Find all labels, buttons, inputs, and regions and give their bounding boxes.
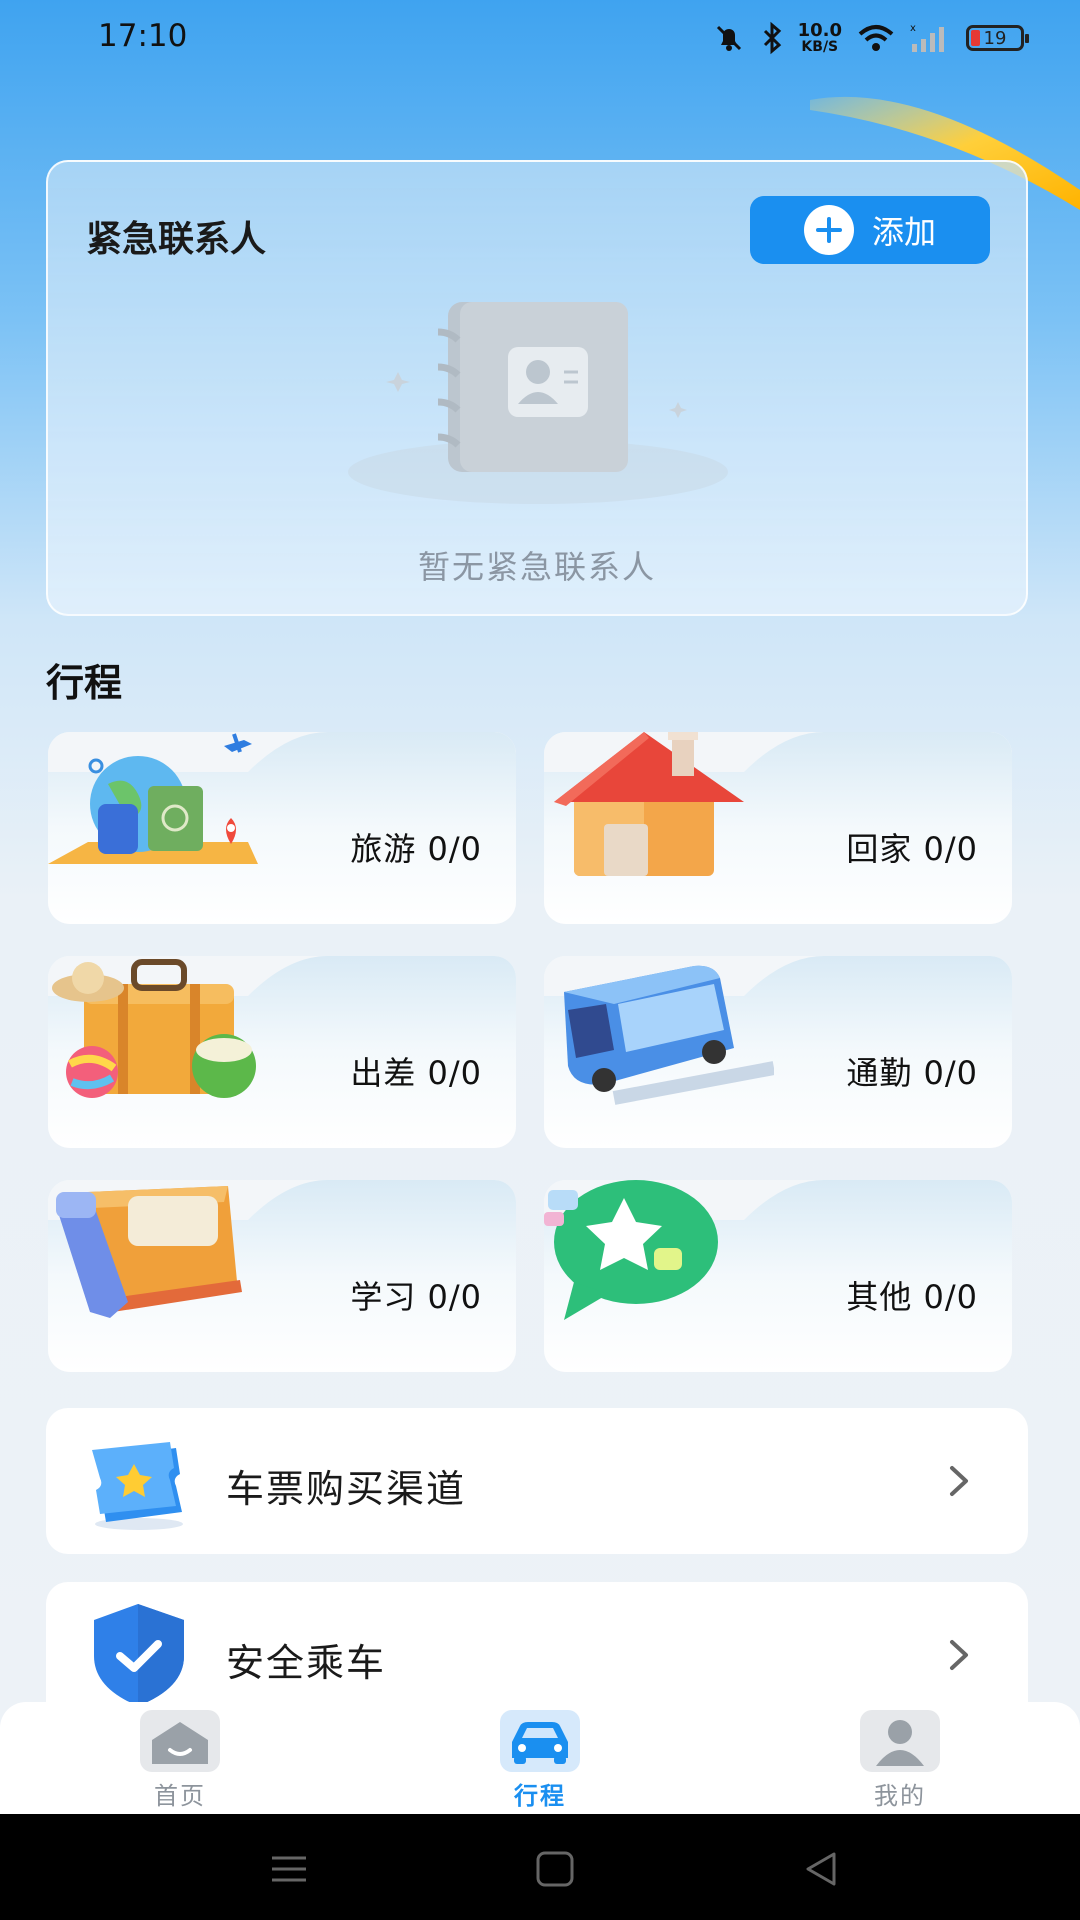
system-nav-bar xyxy=(0,1814,1080,1920)
person-icon xyxy=(860,1710,940,1772)
tab-home[interactable]: 首页 xyxy=(120,1710,240,1810)
trip-card-commute[interactable]: 通勤 0/0 xyxy=(544,956,1012,1148)
svg-text:x: x xyxy=(910,23,916,34)
bluetooth-icon xyxy=(760,21,784,55)
trip-card-other[interactable]: 其他 0/0 xyxy=(544,1180,1012,1372)
trip-label-travel: 旅游 0/0 xyxy=(350,830,482,868)
car-icon xyxy=(500,1710,580,1772)
add-contact-button[interactable]: 添加 xyxy=(750,196,990,264)
star-bubble-icon xyxy=(544,1180,718,1320)
tab-mine[interactable]: 我的 xyxy=(840,1710,960,1810)
tab-trips-label: 行程 xyxy=(514,1782,566,1810)
status-time: 17:10 xyxy=(98,18,188,54)
ticket-channels-label: 车票购买渠道 xyxy=(226,1467,467,1511)
trip-label-business: 出差 0/0 xyxy=(350,1054,482,1092)
bus-icon xyxy=(564,965,774,1105)
trip-label-study: 学习 0/0 xyxy=(350,1278,482,1316)
trip-card-business[interactable]: 出差 0/0 xyxy=(48,956,516,1148)
net-speed: 10.0 KB/S xyxy=(797,20,842,55)
travel-globe-icon xyxy=(48,733,258,864)
trip-card-study[interactable]: 学习 0/0 xyxy=(48,1180,516,1372)
tab-mine-label: 我的 xyxy=(874,1782,926,1810)
trip-label-home: 回家 0/0 xyxy=(846,830,978,868)
trip-card-travel[interactable]: 旅游 0/0 xyxy=(48,732,516,924)
trip-label-other: 其他 0/0 xyxy=(846,1278,978,1316)
plus-icon xyxy=(803,205,854,255)
wifi-icon xyxy=(856,22,896,54)
back-nav-icon[interactable] xyxy=(796,1844,846,1894)
chevron-right-icon xyxy=(950,1466,968,1496)
house-icon xyxy=(554,732,744,876)
cellular-signal-icon: x xyxy=(910,22,952,54)
status-bar: 17:10 10.0 KB/S x 19 xyxy=(0,0,1080,78)
safe-ride-label: 安全乘车 xyxy=(226,1641,387,1685)
mute-bell-icon xyxy=(712,21,746,55)
menu-nav-icon[interactable] xyxy=(264,1844,314,1894)
contact-book-icon xyxy=(348,302,728,504)
chevron-right-icon xyxy=(950,1640,968,1670)
ticket-channels-row[interactable]: 车票购买渠道 xyxy=(46,1408,1028,1554)
trips-section-title: 行程 xyxy=(46,661,123,705)
empty-contacts-text: 暂无紧急联系人 xyxy=(417,548,656,586)
bottom-tab-bar: 首页 行程 我的 xyxy=(0,1702,1080,1814)
trip-card-home[interactable]: 回家 0/0 xyxy=(544,732,1012,924)
battery-level: 19 xyxy=(983,27,1007,49)
net-speed-value: 10.0 xyxy=(797,20,842,41)
status-icons: 10.0 KB/S x 19 xyxy=(712,18,1029,58)
ticket-icon xyxy=(92,1442,183,1530)
shield-check-icon xyxy=(94,1604,184,1706)
notebook-icon xyxy=(56,1186,242,1318)
tab-home-label: 首页 xyxy=(154,1782,206,1810)
tab-trips[interactable]: 行程 xyxy=(480,1710,600,1810)
emergency-contact-card: 紧急联系人 添加 暂无紧急联系人 xyxy=(46,160,1028,616)
add-contact-label: 添加 xyxy=(871,213,936,251)
battery-icon: 19 xyxy=(966,25,1029,51)
net-speed-unit: KB/S xyxy=(801,39,839,55)
emergency-contact-title: 紧急联系人 xyxy=(86,219,267,260)
trip-label-commute: 通勤 0/0 xyxy=(846,1054,978,1092)
home-icon xyxy=(140,1710,220,1772)
home-nav-icon[interactable] xyxy=(530,1844,580,1894)
suitcase-icon xyxy=(52,959,256,1098)
